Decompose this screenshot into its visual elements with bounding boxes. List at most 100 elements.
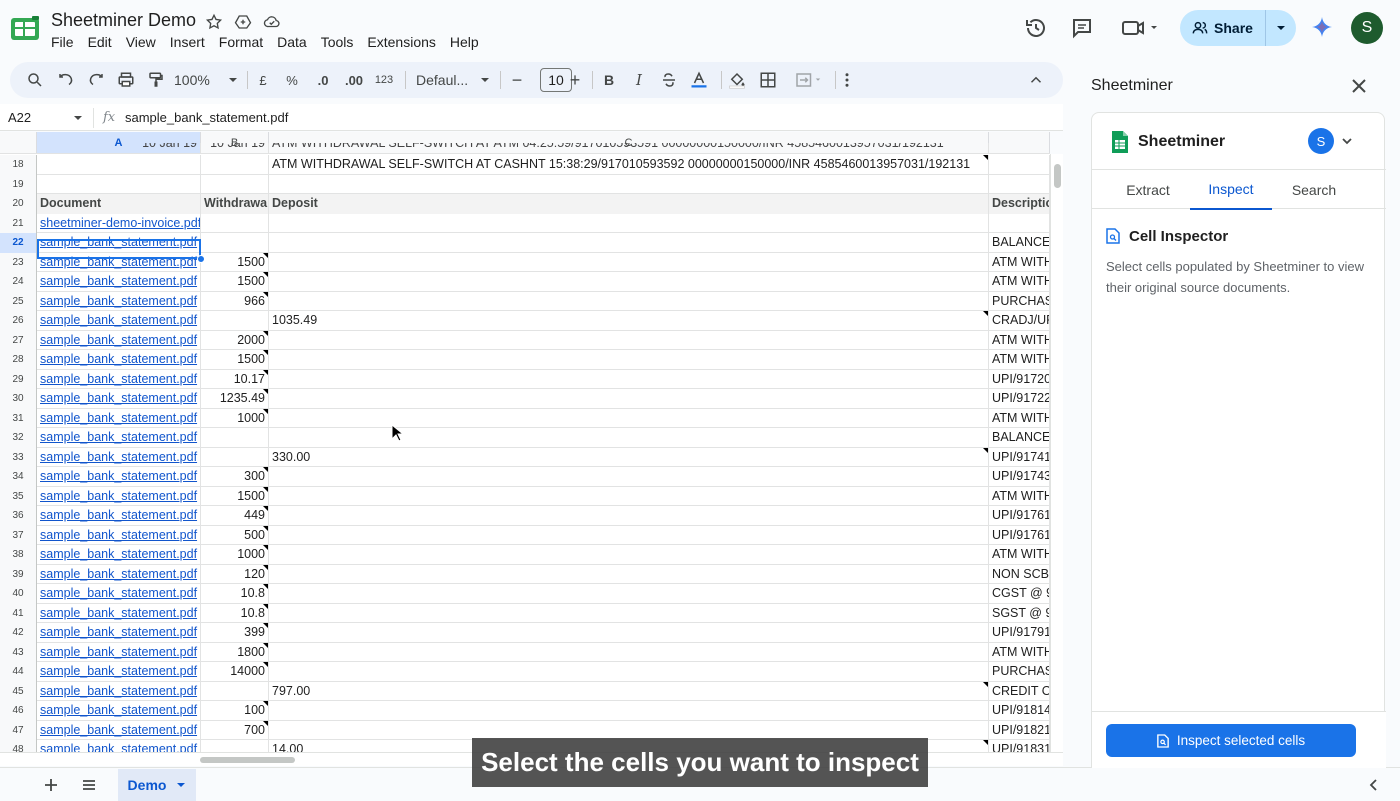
fill-color-icon[interactable] xyxy=(726,69,748,91)
cell-c[interactable] xyxy=(269,369,989,389)
cell-a[interactable]: sample_bank_statement.pdf xyxy=(37,369,201,389)
cell-b[interactable]: 1500 xyxy=(201,350,269,370)
cell-d[interactable]: ATM WITH xyxy=(989,350,1050,370)
collapse-toolbar-icon[interactable] xyxy=(1026,69,1046,91)
row-number[interactable]: 27 xyxy=(0,330,37,350)
cell-a[interactable]: Document xyxy=(37,194,201,214)
more-formats-button[interactable]: 123 xyxy=(372,69,396,91)
cell-b[interactable]: 14000 xyxy=(201,662,269,682)
increase-decimal-button[interactable]: .00 xyxy=(341,69,367,91)
format-currency-button[interactable]: £ xyxy=(254,69,272,91)
row-number[interactable]: 44 xyxy=(0,662,37,682)
cell-a[interactable]: sample_bank_statement.pdf xyxy=(37,584,201,604)
row-number[interactable]: 20 xyxy=(0,194,37,214)
cell-a[interactable]: sample_bank_statement.pdf xyxy=(37,389,201,409)
cell-b[interactable]: 700 xyxy=(201,720,269,740)
row-number[interactable]: 47 xyxy=(0,720,37,740)
horizontal-scroll-thumb[interactable] xyxy=(200,757,295,763)
menu-file[interactable]: File xyxy=(51,34,82,52)
row-number[interactable]: 22 xyxy=(0,233,37,253)
menu-view[interactable]: View xyxy=(126,34,164,52)
cell-d[interactable]: UPI/91791 xyxy=(989,623,1050,643)
cell-a[interactable]: sample_bank_statement.pdf xyxy=(37,467,201,487)
cell-b[interactable]: 1800 xyxy=(201,642,269,662)
menu-help[interactable]: Help xyxy=(450,34,487,52)
row-number[interactable]: 19 xyxy=(0,174,37,194)
row-number[interactable]: 26 xyxy=(0,311,37,331)
cell-a[interactable] xyxy=(37,174,201,194)
cloud-saved-icon[interactable] xyxy=(263,13,281,31)
cell-a[interactable]: sample_bank_statement.pdf xyxy=(37,506,201,526)
cell-d[interactable] xyxy=(989,213,1050,233)
meet-video-icon[interactable] xyxy=(1120,16,1160,40)
document-title[interactable]: Sheetminer Demo xyxy=(51,10,196,31)
cell-b[interactable]: 966 xyxy=(201,291,269,311)
cell-c[interactable] xyxy=(269,408,989,428)
star-icon[interactable] xyxy=(205,13,223,31)
row-number[interactable]: 46 xyxy=(0,701,37,721)
cell-b[interactable] xyxy=(201,233,269,253)
cell-a[interactable]: sample_bank_statement.pdf xyxy=(37,311,201,331)
row-number[interactable]: 48 xyxy=(0,740,37,752)
cell-c[interactable] xyxy=(269,564,989,584)
cell-d[interactable]: UPI/91761 xyxy=(989,506,1050,526)
row-number[interactable]: 33 xyxy=(0,447,37,467)
cell-d[interactable]: UPI/91741 xyxy=(989,447,1050,467)
cell-c[interactable] xyxy=(269,467,989,487)
spreadsheet-grid[interactable]: A B C 10 Jan 19 10 Jan 19 ATM WITHDRAWAL… xyxy=(0,132,1050,752)
row-number[interactable]: 23 xyxy=(0,252,37,272)
cell-d[interactable]: UPI/91831 xyxy=(989,740,1050,752)
cell-c[interactable] xyxy=(269,428,989,448)
redo-icon[interactable] xyxy=(85,69,107,91)
account-avatar[interactable]: S xyxy=(1308,128,1334,154)
cell-b[interactable]: 1000 xyxy=(201,545,269,565)
cell-d[interactable]: ATM WITH xyxy=(989,272,1050,292)
cell-d[interactable] xyxy=(989,155,1050,175)
undo-icon[interactable] xyxy=(55,69,77,91)
zoom-select[interactable]: 100% xyxy=(174,69,238,91)
cell-b[interactable]: 10.8 xyxy=(201,584,269,604)
row-number[interactable]: 31 xyxy=(0,408,37,428)
cell-a[interactable]: sample_bank_statement.pdf xyxy=(37,525,201,545)
cell-a[interactable]: sample_bank_statement.pdf xyxy=(37,272,201,292)
move-to-drive-icon[interactable] xyxy=(234,13,252,31)
italic-button[interactable]: I xyxy=(630,69,648,91)
cell-a[interactable]: sample_bank_statement.pdf xyxy=(37,623,201,643)
cell-c[interactable] xyxy=(269,701,989,721)
vertical-scrollbar[interactable] xyxy=(1050,154,1063,766)
cell-c[interactable] xyxy=(269,174,989,194)
cell-c[interactable] xyxy=(269,213,989,233)
cell-c[interactable] xyxy=(269,272,989,292)
cell-c[interactable] xyxy=(269,291,989,311)
share-button[interactable]: Share xyxy=(1180,10,1266,46)
row-number[interactable]: 41 xyxy=(0,603,37,623)
cell-b[interactable]: 1000 xyxy=(201,408,269,428)
cell-a[interactable]: sample_bank_statement.pdf xyxy=(37,408,201,428)
vertical-scroll-thumb[interactable] xyxy=(1054,164,1061,188)
cell-b[interactable]: 10.8 xyxy=(201,603,269,623)
cell-c[interactable] xyxy=(269,603,989,623)
row-number[interactable]: 18 xyxy=(0,155,37,175)
row-number[interactable]: 29 xyxy=(0,369,37,389)
menu-tools[interactable]: Tools xyxy=(321,34,362,52)
cell-a[interactable]: sample_bank_statement.pdf xyxy=(37,701,201,721)
print-icon[interactable] xyxy=(115,69,137,91)
cell-a[interactable]: sample_bank_statement.pdf xyxy=(37,603,201,623)
inspect-selected-cells-button[interactable]: Inspect selected cells xyxy=(1106,724,1356,757)
cell-d[interactable]: ATM WITH xyxy=(989,486,1050,506)
cell-c[interactable] xyxy=(269,506,989,526)
fill-handle[interactable] xyxy=(197,255,205,263)
all-sheets-menu-icon[interactable] xyxy=(80,776,98,794)
menu-edit[interactable]: Edit xyxy=(88,34,120,52)
decrease-font-size-icon[interactable]: − xyxy=(508,69,526,91)
merge-cells-icon[interactable] xyxy=(788,69,830,91)
chevron-left-icon[interactable] xyxy=(1367,778,1381,792)
cell-b[interactable]: 1235.49 xyxy=(201,389,269,409)
cell-c[interactable] xyxy=(269,233,989,253)
cell-b[interactable] xyxy=(201,174,269,194)
row-number[interactable]: 32 xyxy=(0,428,37,448)
tab-extract[interactable]: Extract xyxy=(1107,170,1189,210)
cell-d[interactable]: BALANCE xyxy=(989,233,1050,253)
more-options-icon[interactable] xyxy=(838,69,856,91)
decrease-decimal-button[interactable]: .0 xyxy=(312,69,334,91)
